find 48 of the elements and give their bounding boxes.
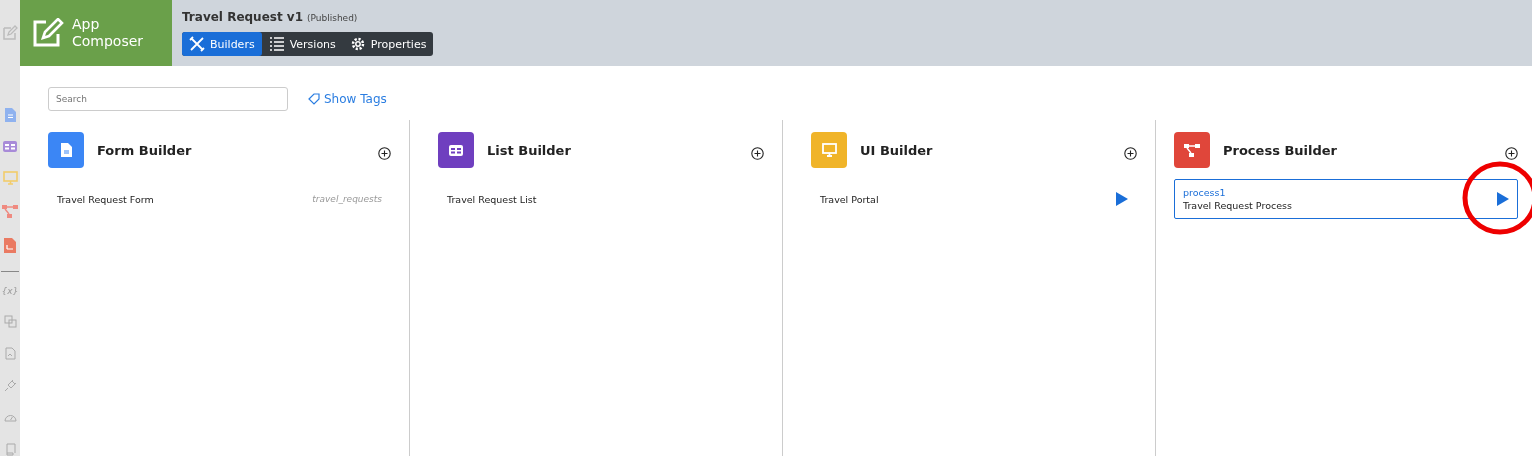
- tab[interactable]: Builders: [182, 32, 262, 56]
- play-icon[interactable]: [1116, 192, 1128, 206]
- play-icon[interactable]: [1497, 192, 1509, 206]
- app-name: App: [72, 16, 101, 33]
- builder-title: Form Builder: [97, 142, 193, 158]
- app-title: Travel Request v1: [182, 10, 303, 24]
- item-name: Travel Portal: [820, 193, 880, 205]
- table-icon[interactable]: [3, 141, 17, 152]
- monitor-icon: [811, 132, 847, 168]
- item-tag: travel_requests: [312, 194, 382, 204]
- item-id: process1: [1183, 187, 1227, 198]
- file-icon[interactable]: [3, 347, 17, 360]
- resources-icon[interactable]: [3, 315, 17, 328]
- tab[interactable]: Properties: [342, 32, 434, 56]
- app-name: Composer: [72, 33, 144, 50]
- builder-title: Process Builder: [1223, 142, 1338, 158]
- item-name: Travel Request List: [447, 193, 538, 205]
- builder-title: List Builder: [487, 142, 572, 158]
- document-icon: [48, 132, 84, 168]
- item-name: Travel Request Process: [1183, 200, 1293, 211]
- search-field[interactable]: Search: [48, 87, 288, 111]
- add-icon[interactable]: [751, 146, 764, 160]
- edit-icon: [32, 18, 64, 48]
- document-icon[interactable]: [4, 108, 16, 122]
- tools-icon: [189, 36, 205, 52]
- tag-icon: [308, 93, 320, 105]
- edit-icon[interactable]: [2, 25, 18, 41]
- add-icon[interactable]: [1124, 146, 1137, 160]
- plugin-icon[interactable]: [3, 379, 17, 392]
- settings-icon: [349, 36, 366, 52]
- builder-item[interactable]: Travel Request Form travel_requests: [48, 179, 391, 219]
- list-icon: [268, 36, 285, 52]
- table-icon: [438, 132, 474, 168]
- tab[interactable]: Versions: [261, 32, 343, 56]
- builder-item[interactable]: Travel Request List: [438, 179, 764, 219]
- item-name: Travel Request Form: [57, 193, 155, 205]
- add-icon[interactable]: [1505, 146, 1518, 160]
- publish-status: (Published): [307, 13, 358, 23]
- flow-icon[interactable]: [2, 204, 18, 219]
- builder-item[interactable]: process1 Travel Request Process: [1174, 179, 1518, 219]
- monitor-icon[interactable]: [2, 171, 18, 185]
- scroll-icon[interactable]: [3, 443, 17, 456]
- flow-icon: [1174, 132, 1210, 168]
- add-icon[interactable]: [378, 146, 391, 160]
- report-icon[interactable]: [4, 238, 16, 253]
- builder-item[interactable]: Travel Portal: [811, 179, 1137, 219]
- builder-title: UI Builder: [860, 142, 934, 158]
- show-tags-link[interactable]: Show Tags: [308, 92, 387, 106]
